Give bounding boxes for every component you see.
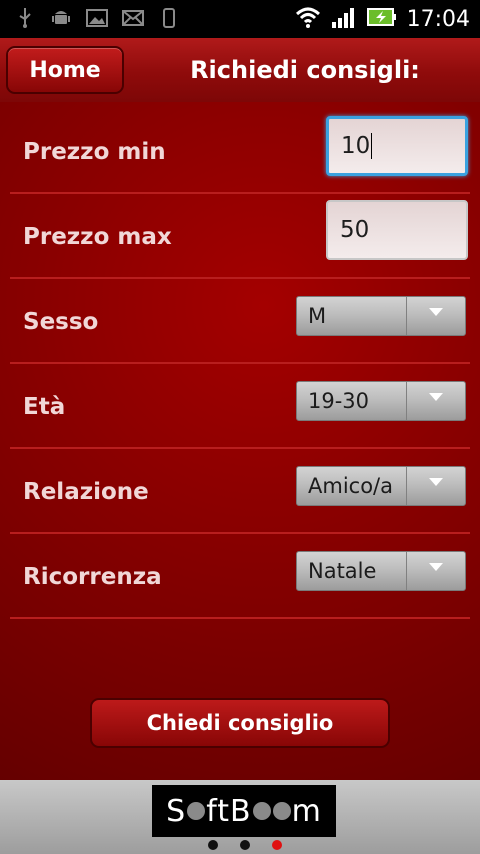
logo-o-icon <box>252 802 271 820</box>
relazione-select[interactable]: Amico/a <box>296 466 466 506</box>
page-dot[interactable] <box>208 840 218 850</box>
notification-icons <box>14 8 180 28</box>
label-prezzo-max: Prezzo max <box>23 224 172 250</box>
signal-icon <box>331 6 357 32</box>
page-title: Richiedi consigli: <box>190 56 420 84</box>
clock: 17:04 <box>406 6 470 32</box>
ricorrenza-selected: Natale <box>308 559 377 583</box>
usb-icon <box>14 8 36 28</box>
image-icon <box>86 8 108 28</box>
row-sesso: Sesso M <box>10 279 470 364</box>
phone-icon <box>158 8 180 28</box>
row-prezzo-max: Prezzo max 50 <box>10 194 470 279</box>
prezzo-max-input[interactable]: 50 <box>326 200 468 260</box>
row-eta: Età 19-30 <box>10 364 470 449</box>
eta-select[interactable]: 19-30 <box>296 381 466 421</box>
chiedi-consiglio-button[interactable]: Chiedi consiglio <box>90 698 390 748</box>
page-indicator <box>208 840 282 850</box>
dropdown-arrow-icon <box>406 467 465 505</box>
page-dot-active[interactable] <box>272 840 282 850</box>
relazione-selected: Amico/a <box>308 474 393 498</box>
dropdown-arrow-icon <box>406 552 465 590</box>
sesso-selected: M <box>308 304 327 328</box>
dropdown-arrow-icon <box>406 382 465 420</box>
sesso-select[interactable]: M <box>296 296 466 336</box>
footer-bar: S ftB m <box>0 780 480 854</box>
logo-o-icon <box>187 802 206 820</box>
prezzo-max-value: 50 <box>340 217 370 243</box>
home-button[interactable]: Home <box>6 46 124 94</box>
logo-text-2: ftB <box>206 793 252 829</box>
logo-text-3: m <box>291 793 322 829</box>
header-bar: Home Richiedi consigli: <box>0 38 480 103</box>
text-cursor <box>371 133 373 159</box>
dropdown-arrow-icon <box>406 297 465 335</box>
label-relazione: Relazione <box>23 479 149 505</box>
label-prezzo-min: Prezzo min <box>23 139 166 165</box>
eta-selected: 19-30 <box>308 389 370 413</box>
prezzo-min-value: 10 <box>341 133 371 159</box>
logo-text-1: S <box>166 793 187 829</box>
wifi-icon <box>295 6 321 32</box>
softboom-logo: S ftB m <box>152 785 336 837</box>
prezzo-min-input[interactable]: 10 <box>326 116 468 176</box>
android-icon <box>50 8 72 28</box>
row-prezzo-min: Prezzo min 10 <box>10 110 470 194</box>
label-eta: Età <box>23 394 66 420</box>
label-ricorrenza: Ricorrenza <box>23 564 162 590</box>
status-bar: 17:04 <box>0 0 480 38</box>
form-area: Prezzo min 10 Prezzo max 50 Sesso M Età … <box>0 102 480 780</box>
page-dot[interactable] <box>240 840 250 850</box>
label-sesso: Sesso <box>23 309 99 335</box>
row-ricorrenza: Ricorrenza Natale <box>10 534 470 619</box>
ricorrenza-select[interactable]: Natale <box>296 551 466 591</box>
system-icons: 17:04 <box>295 6 470 32</box>
battery-icon <box>366 7 397 31</box>
mail-icon <box>122 8 144 28</box>
logo-o-icon <box>272 802 291 820</box>
row-relazione: Relazione Amico/a <box>10 449 470 534</box>
